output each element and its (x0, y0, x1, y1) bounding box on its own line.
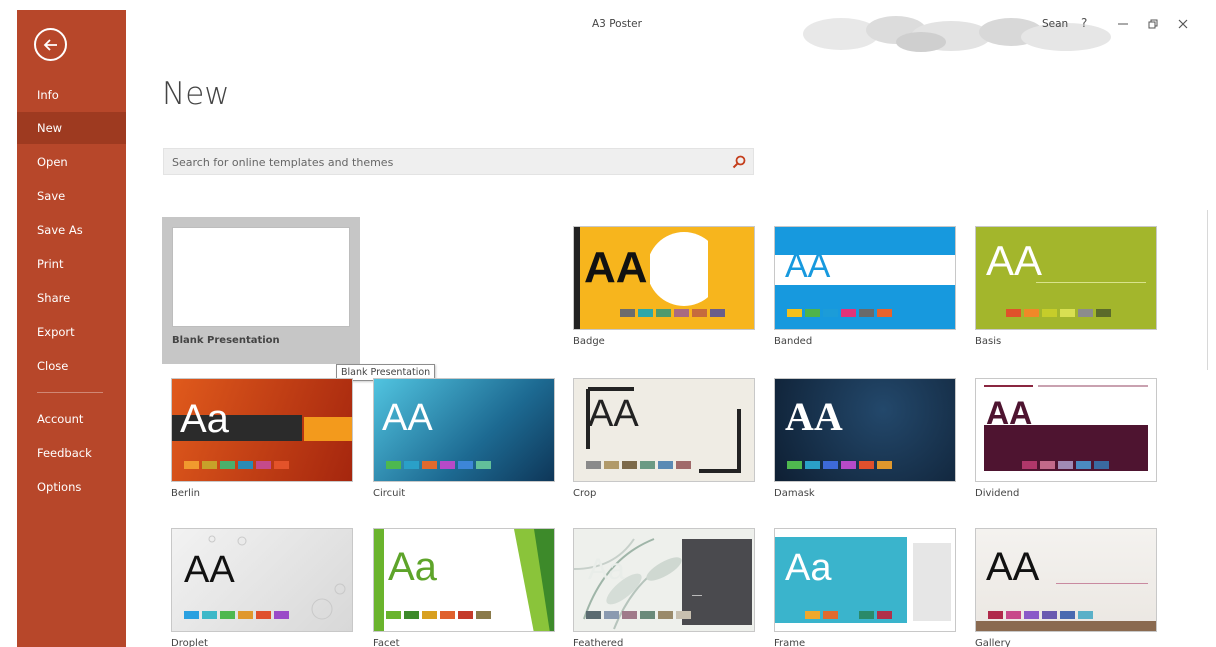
template-search-box[interactable] (163, 148, 754, 175)
template-circuit[interactable]: AA (373, 378, 555, 482)
template-label: Dividend (975, 488, 1020, 499)
template-banded[interactable]: AA (774, 226, 956, 330)
backstage-sidebar: Info New Open Save Save As Print Share E… (17, 10, 126, 647)
back-button[interactable] (34, 28, 67, 61)
template-gallery[interactable]: AA (975, 528, 1157, 632)
theme-title-sample: Aa (785, 547, 832, 589)
restore-button[interactable] (1142, 14, 1164, 34)
theme-title-sample: AA (986, 237, 1043, 284)
color-swatches (184, 461, 289, 469)
title-bar: A3 Poster Sean ? (126, 10, 1216, 52)
nav-account[interactable]: Account (17, 403, 126, 435)
template-label: Blank Presentation (172, 335, 280, 346)
nav-save-as[interactable]: Save As (17, 214, 126, 246)
template-droplet[interactable]: AA (171, 528, 353, 632)
template-basis[interactable]: AA (975, 226, 1157, 330)
theme-title-sample: AA (584, 243, 648, 292)
document-title: A3 Poster (592, 18, 642, 30)
color-swatches (787, 461, 892, 469)
back-arrow-icon (43, 38, 57, 51)
theme-title-sample: Aa (388, 545, 437, 589)
nav-info[interactable]: Info (17, 79, 126, 111)
nav-print[interactable]: Print (17, 248, 126, 280)
color-swatches (620, 309, 725, 317)
theme-title-sample: Aa (588, 553, 625, 586)
color-swatches (805, 611, 892, 619)
restore-icon (1148, 19, 1158, 29)
nav-new[interactable]: New (17, 112, 126, 144)
template-label: Frame (774, 638, 806, 647)
template-label: Crop (573, 488, 597, 499)
template-dividend[interactable]: AA (975, 378, 1157, 482)
template-berlin[interactable]: Aa (171, 378, 353, 482)
color-swatches (386, 611, 491, 619)
theme-title-sample: AA (382, 397, 433, 439)
template-label: Gallery (975, 638, 1011, 647)
theme-title-sample: Aa (180, 397, 229, 441)
search-icon[interactable] (731, 154, 747, 170)
color-swatches (586, 461, 691, 469)
blank-thumbnail (172, 227, 350, 327)
nav-options[interactable]: Options (17, 471, 126, 503)
nav-export[interactable]: Export (17, 316, 126, 348)
page-title: New (162, 76, 230, 112)
nav-open[interactable]: Open (17, 146, 126, 178)
theme-title-sample: AA (785, 394, 843, 439)
user-name[interactable]: Sean (1042, 18, 1068, 30)
template-label: Berlin (171, 488, 201, 499)
help-button[interactable]: ? (1081, 16, 1087, 30)
theme-title-sample: AA (986, 545, 1040, 589)
close-icon (1178, 19, 1188, 29)
minimize-icon (1118, 23, 1128, 25)
template-label: Badge (573, 336, 605, 347)
minimize-button[interactable] (1112, 14, 1134, 34)
template-label: Circuit (373, 488, 406, 499)
template-search-input[interactable] (172, 153, 712, 171)
template-blank-presentation[interactable]: Blank Presentation (162, 217, 360, 364)
template-damask[interactable]: AA (774, 378, 956, 482)
template-label: Basis (975, 336, 1002, 347)
color-swatches (988, 611, 1093, 619)
nav-save[interactable]: Save (17, 180, 126, 212)
template-label: Feathered (573, 638, 624, 647)
template-frame[interactable]: Aa (774, 528, 956, 632)
color-swatches (1006, 309, 1111, 317)
badge-seal-shape (650, 232, 708, 306)
template-label: Banded (774, 336, 813, 347)
color-swatches (184, 611, 289, 619)
backstage-window: Info New Open Save Save As Print Share E… (17, 10, 1216, 647)
nav-close[interactable]: Close (17, 350, 126, 382)
template-feathered[interactable]: Aa (573, 528, 755, 632)
close-window-button[interactable] (1172, 14, 1194, 34)
color-swatches (386, 461, 491, 469)
scrollbar[interactable] (1207, 210, 1216, 370)
template-label: Damask (774, 488, 815, 499)
theme-title-sample: AA (785, 247, 831, 285)
color-swatches (586, 611, 691, 619)
template-crop[interactable]: AA (573, 378, 755, 482)
color-swatches (1022, 461, 1109, 469)
nav-feedback[interactable]: Feedback (17, 437, 126, 469)
theme-title-sample: AA (184, 549, 235, 591)
nav-share[interactable]: Share (17, 282, 126, 314)
theme-title-sample: AA (588, 393, 639, 435)
sidebar-divider (37, 392, 103, 393)
template-badge[interactable]: AA (573, 226, 755, 330)
template-label: Facet (373, 638, 400, 647)
theme-title-sample: AA (986, 395, 1033, 431)
color-swatches (787, 309, 892, 317)
template-label: Droplet (171, 638, 208, 647)
template-facet[interactable]: Aa (373, 528, 555, 632)
